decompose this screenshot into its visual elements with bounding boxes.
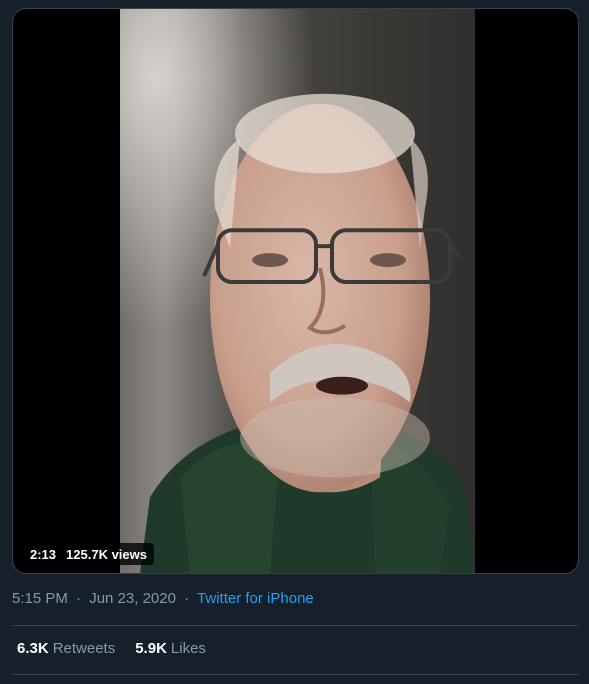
video-duration: 2:13 <box>30 546 57 562</box>
video-thumbnail[interactable] <box>120 9 475 573</box>
divider <box>12 625 579 626</box>
separator-dot: · <box>184 590 190 607</box>
separator-dot: · <box>76 590 82 607</box>
retweets-label: Retweets <box>52 640 116 657</box>
tweet-timestamp-line: 5:15 PM · Jun 23, 2020 · Twitter for iPh… <box>12 590 314 607</box>
likes-stat[interactable]: 5.9K Likes <box>135 640 206 657</box>
person-video-frame-image <box>120 9 475 573</box>
video-player[interactable]: 2:13 125.7K views <box>12 8 579 574</box>
divider <box>12 674 579 675</box>
tweet-detail: 2:13 125.7K views 5:15 PM · Jun 23, 2020… <box>0 0 589 684</box>
engagement-stats: 6.3K Retweets 5.9K Likes <box>17 640 206 657</box>
video-views: 125.7K views <box>66 546 147 562</box>
video-stats-badge: 2:13 125.7K views <box>23 543 154 565</box>
retweets-count: 6.3K <box>17 640 49 657</box>
tweet-source-link[interactable]: Twitter for iPhone <box>197 590 314 607</box>
likes-count: 5.9K <box>135 640 167 657</box>
likes-label: Likes <box>170 640 206 657</box>
tweet-date[interactable]: Jun 23, 2020 <box>89 590 176 607</box>
retweets-stat[interactable]: 6.3K Retweets <box>17 640 115 657</box>
tweet-time[interactable]: 5:15 PM <box>12 590 68 607</box>
